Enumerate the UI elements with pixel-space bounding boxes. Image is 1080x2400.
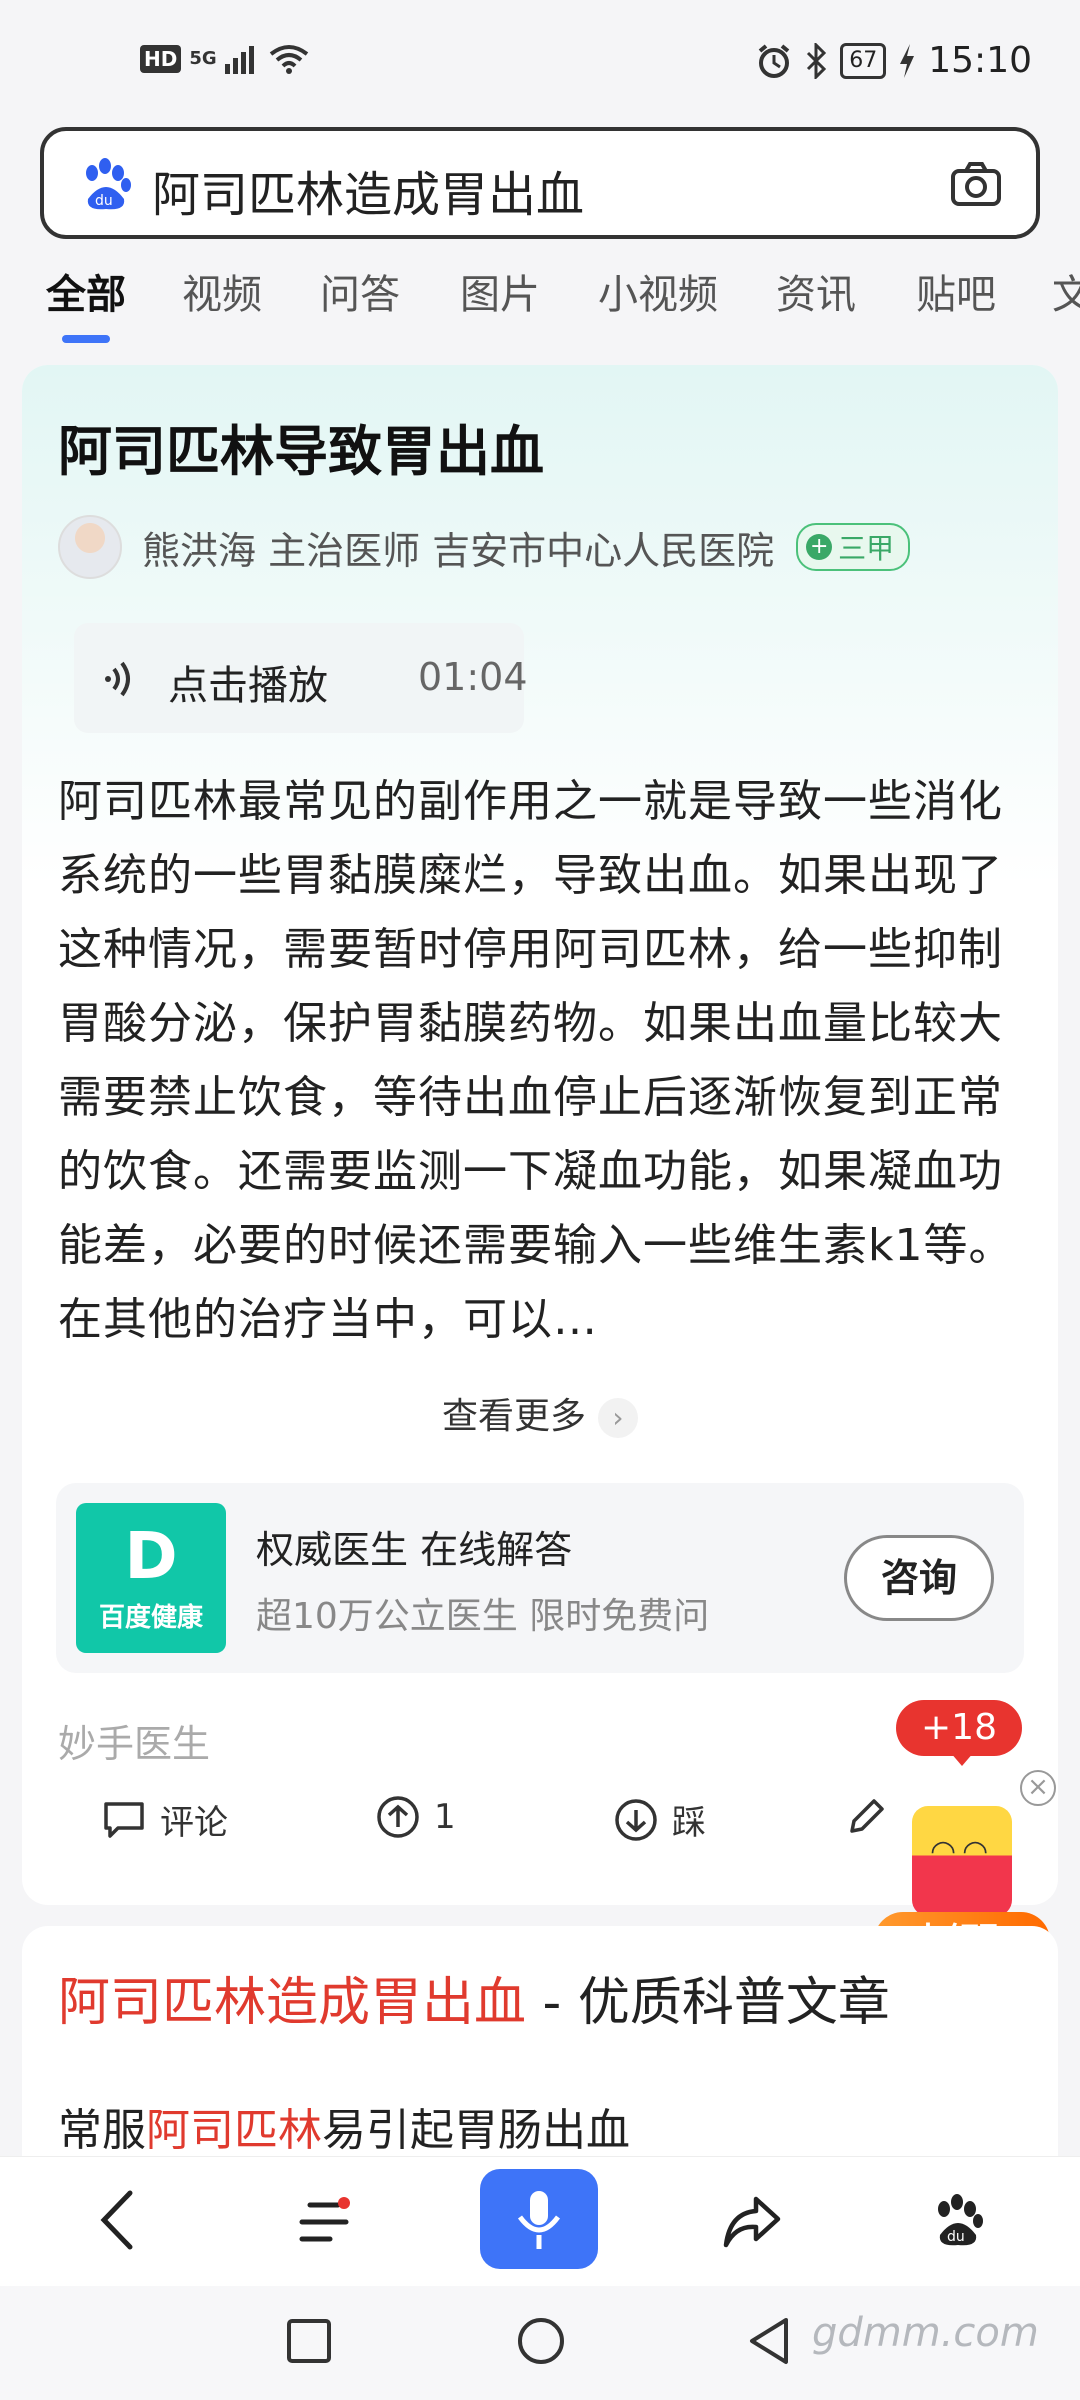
snippet-highlight: 阿司匹林 xyxy=(146,2105,322,2156)
edit-button[interactable] xyxy=(844,1795,888,1839)
result2-title[interactable]: 阿司匹林造成胃出血 - 优质科普文章 xyxy=(58,1960,890,2035)
health-logo-text: 百度健康 xyxy=(98,1603,203,1633)
audio-duration: 01:04 xyxy=(418,655,528,699)
sound-wave-icon xyxy=(105,661,130,697)
tab-tieba[interactable]: 贴吧 xyxy=(916,262,996,320)
tab-more[interactable]: 文 xyxy=(1052,262,1080,320)
red-envelope-icon[interactable]: ◠◠ xyxy=(912,1806,1012,1916)
audio-play-label: 点击播放 xyxy=(168,663,328,709)
baidu-health-logo: D 百度健康 xyxy=(76,1503,226,1653)
microphone-icon xyxy=(517,2191,561,2249)
system-back-icon[interactable] xyxy=(746,2316,792,2366)
badge-pointer xyxy=(950,1752,974,1766)
tab-short-video[interactable]: 小视频 xyxy=(598,262,718,320)
watermark: gdmm.com xyxy=(812,2310,1039,2356)
tab-video[interactable]: 视频 xyxy=(182,262,262,320)
see-more-link[interactable]: 查看更多 › xyxy=(22,1387,1058,1439)
downvote-icon xyxy=(615,1798,657,1841)
share-icon[interactable] xyxy=(722,2195,782,2249)
status-bar: HD 5G 67 15:10 xyxy=(0,0,1080,120)
tab-images[interactable]: 图片 xyxy=(460,262,540,320)
audio-play-button[interactable]: 点击播放 01:04 xyxy=(74,623,528,733)
voice-search-button[interactable] xyxy=(480,2169,598,2269)
result2-title-rest: - 优质科普文章 xyxy=(526,1973,890,2033)
bluetooth-icon xyxy=(807,42,827,79)
alarm-icon xyxy=(758,43,790,78)
action-bar: 评论 1 踩 xyxy=(22,1795,1058,1875)
baidu-logo-icon: du xyxy=(86,158,131,210)
close-icon[interactable]: × xyxy=(1020,1770,1056,1806)
result-card-health[interactable]: 阿司匹林导致胃出血 熊洪海 主治医师 吉安市中心人民医院 + 三甲 点击播放 0… xyxy=(22,365,1058,1905)
baidu-home-icon[interactable]: du xyxy=(930,2193,986,2249)
ad-subtitle: 超10万公立医生 限时免费问 xyxy=(256,1596,710,1637)
ad-title: 权威医生 在线解答 xyxy=(256,1528,573,1572)
downvote-label: 踩 xyxy=(672,1803,706,1843)
health-d-icon: D xyxy=(124,1520,178,1594)
menu-button[interactable] xyxy=(296,2197,352,2251)
reward-count-badge[interactable]: +18 xyxy=(896,1700,1022,1756)
upvote-icon xyxy=(377,1796,419,1838)
hospital-level-badge: + 三甲 xyxy=(796,523,911,571)
medical-cross-icon: + xyxy=(806,534,833,560)
svg-text:du: du xyxy=(95,193,113,209)
tab-all[interactable]: 全部 xyxy=(46,262,126,320)
doctor-info: 熊洪海 主治医师 吉安市中心人民医院 xyxy=(142,528,775,573)
status-left: HD 5G xyxy=(140,44,309,74)
doctor-avatar xyxy=(58,515,122,579)
comment-button[interactable]: 评论 xyxy=(102,1795,228,1844)
battery-indicator: 67 xyxy=(840,42,887,79)
comment-label: 评论 xyxy=(160,1803,228,1843)
hd-indicator: HD xyxy=(140,45,182,73)
active-tab-indicator xyxy=(62,335,110,343)
result-card-article[interactable]: 阿司匹林造成胃出血 - 优质科普文章 常服阿司匹林易引起胃肠出血 xyxy=(22,1926,1058,2166)
charging-icon xyxy=(900,43,915,78)
wifi-icon xyxy=(269,45,308,74)
answer-body: 阿司匹林最常见的副作用之一就是导致一些消化系统的一些胃黏膜糜烂，导致出血。如果出… xyxy=(58,776,1014,1345)
tab-news[interactable]: 资讯 xyxy=(776,262,856,320)
back-icon[interactable] xyxy=(96,2185,140,2255)
comment-icon xyxy=(104,1801,144,1838)
search-box[interactable]: du 阿司匹林造成胃出血 xyxy=(40,127,1040,239)
camera-icon[interactable] xyxy=(950,161,1002,207)
hospital-level-label: 三甲 xyxy=(838,532,895,565)
bottom-nav: du xyxy=(0,2156,1080,2286)
envelope-face-icon: ◠◠ xyxy=(930,1834,995,1869)
snippet-post: 易引起胃肠出血 xyxy=(322,2105,630,2156)
chevron-right-icon: › xyxy=(598,1398,638,1438)
network-type: 5G xyxy=(189,48,217,69)
menu-icon xyxy=(299,2197,350,2242)
snippet-pre: 常服 xyxy=(58,2105,146,2156)
doctor-info-row[interactable]: 熊洪海 主治医师 吉安市中心人民医院 + 三甲 xyxy=(58,515,911,579)
result-title[interactable]: 阿司匹林导致胃出血 xyxy=(58,407,544,486)
result-source[interactable]: 妙手医生 xyxy=(58,1713,210,1768)
clock: 15:10 xyxy=(928,40,1032,81)
search-input[interactable]: 阿司匹林造成胃出血 xyxy=(152,155,584,225)
downvote-button[interactable]: 踩 xyxy=(614,1795,706,1844)
tab-qa[interactable]: 问答 xyxy=(320,262,400,320)
result2-title-highlight: 阿司匹林造成胃出血 xyxy=(58,1973,527,2033)
see-more-label: 查看更多 xyxy=(441,1396,586,1437)
recents-icon[interactable] xyxy=(286,2318,332,2364)
upvote-count: 1 xyxy=(434,1797,456,1837)
signal-icon xyxy=(224,46,254,74)
upvote-button[interactable]: 1 xyxy=(376,1795,456,1839)
result2-snippet: 常服阿司匹林易引起胃肠出血 xyxy=(58,2094,630,2158)
pencil-icon xyxy=(850,1799,884,1833)
svg-text:du: du xyxy=(947,2229,965,2245)
consult-button[interactable]: 咨询 xyxy=(844,1535,994,1621)
status-right: 67 15:10 xyxy=(756,40,1032,81)
system-nav-bar: gdmm.com xyxy=(0,2286,1080,2400)
tab-bar: 全部 视频 问答 图片 小视频 资讯 贴吧 文 xyxy=(0,262,1080,342)
home-icon[interactable] xyxy=(516,2316,566,2366)
consult-ad[interactable]: D 百度健康 权威医生 在线解答 超10万公立医生 限时免费问 咨询 xyxy=(56,1483,1024,1673)
